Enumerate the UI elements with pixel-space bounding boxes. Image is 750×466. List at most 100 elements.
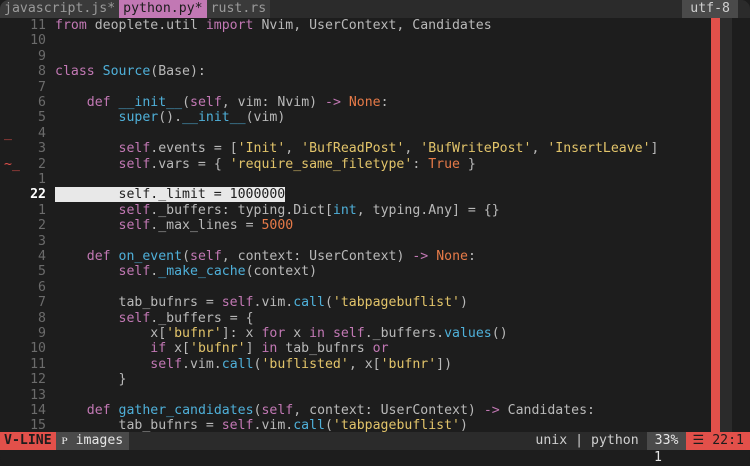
statusline: V-LINE ᴘ images unix | python 33% ☰ 22:1 — [0, 432, 750, 450]
code-token: self — [118, 141, 151, 157]
code-token: call — [293, 295, 325, 311]
code-token: self — [261, 403, 294, 418]
code-line[interactable]: 6 — [0, 280, 720, 295]
code-token: Source — [102, 64, 151, 80]
code-line[interactable]: 1 — [0, 172, 720, 187]
line-number: 2 — [38, 156, 46, 172]
code-token: self — [118, 202, 151, 218]
scrollbar-thumb[interactable] — [711, 18, 720, 432]
code-line[interactable]: 10 — [0, 33, 720, 48]
line-number: 6 — [38, 95, 46, 110]
code-token: -> — [412, 249, 429, 264]
code-text: class Source(Base): — [55, 64, 206, 79]
line-number: 22 — [30, 187, 46, 203]
line-number: 1 — [38, 202, 46, 218]
code-token: int — [332, 202, 357, 218]
line-number: 7 — [38, 295, 46, 311]
code-line[interactable]: _ 4 — [0, 126, 720, 141]
code-token: ]: x — [221, 326, 262, 341]
code-token: self — [118, 156, 151, 172]
code-line[interactable]: 9 x['bufnr']: x for x in self._buffers.v… — [0, 326, 720, 341]
code-line[interactable]: 22 self._limit = 1000000 — [0, 187, 720, 203]
scroll-percent: 33% — [646, 432, 687, 450]
tab-rust[interactable]: rust.rs — [206, 0, 271, 18]
code-line[interactable]: 4 def on_event(self, context: UserContex… — [0, 249, 720, 264]
code-line[interactable]: 13 — [0, 388, 720, 403]
code-text: def on_event(self, context: UserContext)… — [55, 249, 476, 264]
tab-javascript[interactable]: javascript.js* — [0, 0, 120, 18]
code-token: .vars = { — [150, 156, 230, 172]
code-token: .events = [ — [150, 141, 238, 157]
code-line[interactable]: 7 — [0, 80, 720, 95]
code-line[interactable]: 8 class Source(Base): — [0, 64, 720, 79]
code-line[interactable]: 3 self.events = ['Init', 'BufReadPost', … — [0, 141, 720, 156]
tab-python[interactable]: python.py* — [119, 0, 207, 18]
code-text: self.events = ['Init', 'BufReadPost', 'B… — [55, 141, 659, 156]
code-token: __init__ — [182, 110, 246, 126]
code-line[interactable]: 14 def gather_candidates(self, context: … — [0, 403, 720, 418]
editor-window: javascript.js* python.py* rust.rs utf-8 … — [0, 0, 750, 466]
code-token: ]) — [436, 356, 453, 372]
encoding-indicator: utf-8 — [682, 0, 738, 18]
code-line[interactable]: 1 self._buffers: typing.Dict[int, typing… — [0, 203, 720, 218]
code-token: x[ — [55, 326, 167, 341]
command-line[interactable]: 1 — [0, 450, 750, 466]
tab-label: python.py — [123, 1, 195, 16]
code-token: self — [332, 326, 365, 341]
line-number: 4 — [38, 249, 46, 264]
code-line[interactable]: 11 from deoplete.util import Nvim, UserCo… — [0, 18, 720, 33]
code-token: call — [221, 356, 254, 372]
code-line[interactable]: 3 — [0, 234, 720, 249]
code-line[interactable]: 7 tab_bufnrs = self.vim.call('tabpagebuf… — [0, 295, 720, 310]
line-number: 14 — [30, 403, 46, 418]
code-token: .vim. — [253, 295, 294, 311]
code-text: x['bufnr']: x for x in self._buffers.val… — [55, 326, 507, 341]
code-text: self.vim.call('buflisted', x['bufnr']) — [55, 357, 452, 372]
code-token: (). — [158, 110, 183, 126]
scrollbar-track[interactable] — [720, 18, 732, 432]
editor-buffer[interactable]: 11 from deoplete.util import Nvim, UserCo… — [0, 18, 750, 433]
code-line[interactable]: ~_ 2 self.vars = { 'require_same_filetype… — [0, 157, 720, 172]
code-token: (context) — [245, 264, 318, 280]
code-text: if x['bufnr'] in tab_bufnrs or — [55, 341, 388, 357]
code-line[interactable]: 8 self._buffers = { — [0, 311, 720, 326]
tabline: javascript.js* python.py* rust.rs utf-8 — [0, 0, 750, 18]
code-line[interactable]: 10 if x['bufnr'] in tab_bufnrs or — [0, 341, 720, 356]
code-text: self.vars = { 'require_same_filetype': T… — [55, 157, 476, 172]
line-number: 13 — [30, 387, 46, 403]
line-number: 4 — [38, 125, 46, 141]
code-line[interactable]: 11 self.vim.call('buflisted', x['bufnr']… — [0, 357, 720, 372]
code-token: def — [86, 403, 111, 418]
code-token: x — [285, 326, 310, 341]
code-text: self._max_lines = 5000 — [55, 218, 294, 234]
code-text: self._limit = 1000000 — [55, 187, 286, 203]
code-line[interactable]: 9 — [0, 49, 720, 64]
code-line[interactable]: 5 self._make_cache(context) — [0, 264, 720, 279]
code-line[interactable]: 6 def __init__(self, vim: Nvim) -> None: — [0, 95, 720, 110]
line-number: 3 — [38, 141, 46, 157]
code-token: for — [261, 326, 286, 341]
code-token: ] — [650, 141, 659, 157]
code-token: 5000 — [261, 218, 294, 234]
code-token: , — [531, 141, 548, 157]
line-number: 3 — [38, 233, 46, 249]
code-token: self — [118, 218, 151, 234]
code-line[interactable]: 5 super().__init__(vim) — [0, 110, 720, 125]
code-line[interactable]: 2 self._max_lines = 5000 — [0, 218, 720, 233]
code-token: ( — [182, 249, 191, 264]
code-token: self — [150, 356, 183, 372]
code-token: self — [190, 95, 222, 110]
tabline-fill — [270, 0, 683, 18]
code-line[interactable]: 12 } — [0, 372, 720, 387]
code-token: } — [55, 372, 127, 388]
code-token: ] — [245, 341, 262, 357]
